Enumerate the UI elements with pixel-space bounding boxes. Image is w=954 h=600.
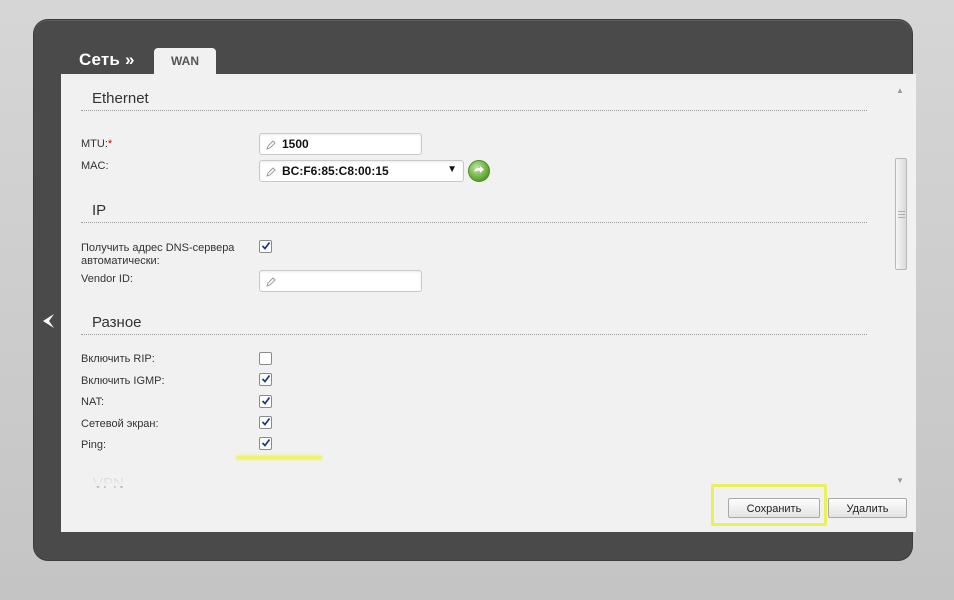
required-marker: * (107, 138, 113, 150)
mtu-value: 1500 (282, 137, 309, 151)
vendor-id-label: Vendor ID: (81, 273, 133, 285)
highlight-underline (236, 456, 322, 459)
vertical-scrollbar[interactable]: ▲ — — — ▼ (893, 86, 907, 485)
dns-auto-label: Получить адрес DNS-сервера автоматически… (81, 242, 235, 267)
section-title-ip: IP (92, 202, 107, 219)
section-title-misc: Разное (92, 314, 142, 331)
tab-wan[interactable]: WAN (154, 48, 216, 74)
mac-value: BC:F6:85:C8:00:15 (282, 164, 389, 178)
igmp-checkbox[interactable] (259, 373, 272, 386)
refresh-arrow-icon[interactable] (468, 160, 490, 182)
chevron-left-icon[interactable] (40, 312, 56, 330)
rip-checkbox[interactable] (259, 352, 272, 365)
pencil-icon (265, 138, 276, 150)
scroll-down-icon[interactable]: ▼ (896, 476, 904, 485)
settings-panel (61, 74, 916, 532)
nat-checkbox[interactable] (259, 395, 272, 408)
ping-checkbox[interactable] (259, 437, 272, 450)
igmp-label: Включить IGMP: (81, 375, 165, 387)
mtu-label: MTU:* (81, 138, 113, 150)
mac-select[interactable]: BC:F6:85:C8:00:15 ▼ (259, 160, 464, 182)
grip-icon: — — — (898, 208, 905, 221)
section-title-ethernet: Ethernet (92, 90, 149, 107)
caret-down-icon[interactable]: ▼ (447, 164, 457, 175)
section-divider (81, 334, 867, 335)
mtu-input[interactable]: 1500 (259, 133, 422, 155)
scrollbar-thumb[interactable]: — — — (895, 158, 907, 270)
dns-auto-checkbox[interactable] (259, 240, 272, 253)
page-title: Сеть » (79, 50, 135, 69)
save-button[interactable]: Сохранить (728, 498, 820, 518)
pencil-icon (265, 275, 276, 287)
scroll-up-icon[interactable]: ▲ (896, 86, 904, 95)
mac-label: MAC: (81, 160, 109, 172)
vendor-id-input[interactable] (259, 270, 422, 292)
delete-button[interactable]: Удалить (828, 498, 907, 518)
rip-label: Включить RIP: (81, 353, 155, 365)
firewall-label: Сетевой экран: (81, 418, 159, 430)
ping-label: Ping: (81, 439, 107, 451)
nat-label: NAT: (81, 396, 105, 408)
firewall-checkbox[interactable] (259, 416, 272, 429)
section-divider (81, 222, 867, 223)
section-divider (81, 110, 867, 111)
pencil-icon (265, 165, 276, 177)
